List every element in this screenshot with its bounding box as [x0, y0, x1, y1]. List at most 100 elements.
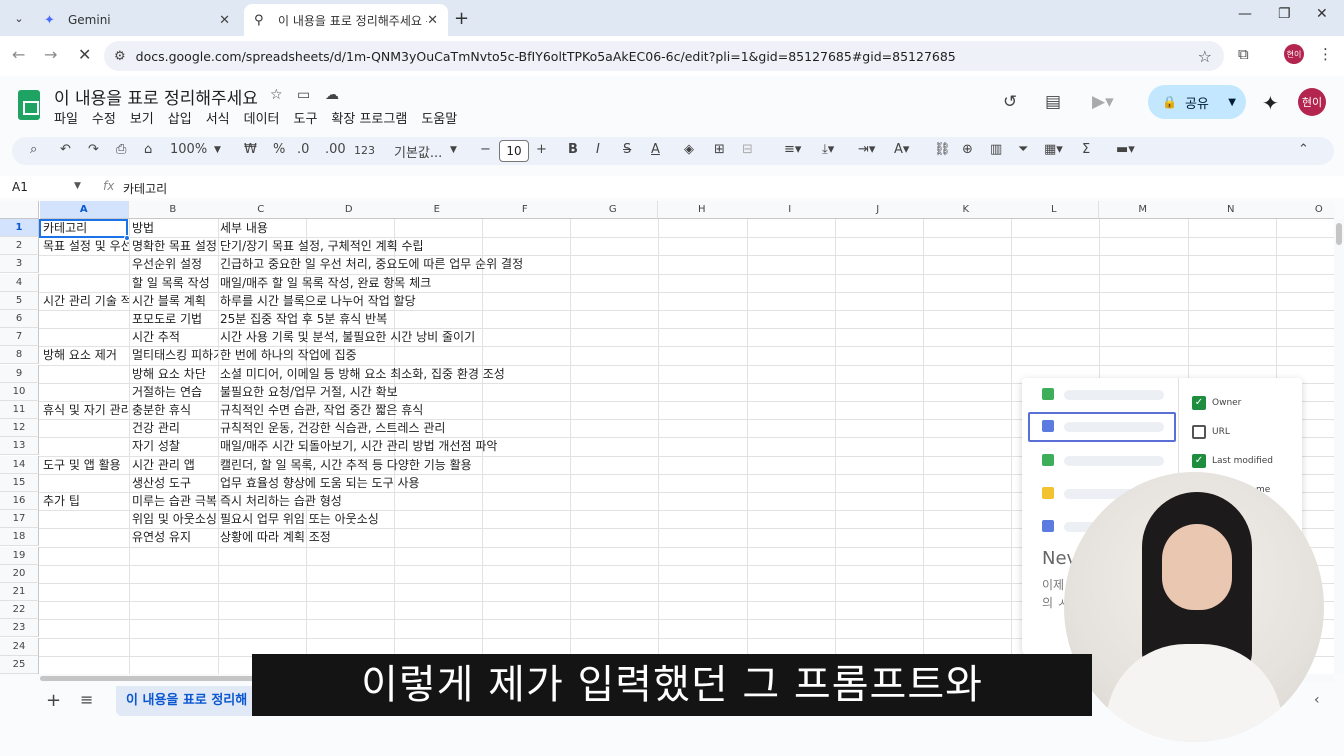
- chevron-down-icon[interactable]: ▼: [1228, 97, 1236, 108]
- row-header[interactable]: 25: [0, 655, 39, 674]
- font-size-decrease-icon[interactable]: −: [480, 142, 491, 157]
- row-header[interactable]: 18: [0, 528, 39, 547]
- minimize-icon[interactable]: —: [1238, 6, 1252, 22]
- profile-avatar[interactable]: 현이: [1284, 44, 1304, 64]
- cell-a11[interactable]: 휴식 및 자기 관리: [40, 401, 129, 419]
- row-header[interactable]: 21: [0, 583, 39, 601]
- cell-b5[interactable]: 시간 블록 계획: [129, 292, 218, 310]
- menu-tools[interactable]: 도구: [294, 108, 318, 127]
- row-header[interactable]: 22: [0, 601, 39, 620]
- cell-c1[interactable]: 세부 내용: [217, 219, 697, 237]
- site-info-icon[interactable]: ⚙: [114, 49, 126, 64]
- cell-b15[interactable]: 생산성 도구: [129, 474, 218, 492]
- row-header[interactable]: 24: [0, 637, 39, 656]
- cell-a14[interactable]: 도구 및 앱 활용: [40, 456, 129, 474]
- text-rotate-icon[interactable]: A▾: [894, 142, 909, 157]
- menu-data[interactable]: 데이터: [244, 108, 280, 127]
- cell-b12[interactable]: 건강 관리: [129, 419, 218, 437]
- row-header[interactable]: 19: [0, 546, 39, 565]
- cell-a8[interactable]: 방해 요소 제거: [40, 346, 129, 364]
- text-wrap-icon[interactable]: ⇥▾: [858, 142, 875, 157]
- menu-file[interactable]: 파일: [54, 108, 78, 127]
- vertical-scrollbar[interactable]: [1334, 219, 1344, 674]
- insert-link-icon[interactable]: ⛓: [934, 142, 951, 157]
- cell-b13[interactable]: 자기 성찰: [129, 437, 218, 455]
- cell-c7[interactable]: 시간 사용 기록 및 분석, 불필요한 시간 낭비 줄이기: [217, 328, 697, 346]
- print-icon[interactable]: ⎙: [116, 142, 126, 157]
- url-checkbox[interactable]: [1192, 425, 1206, 439]
- row-header[interactable]: 7: [0, 328, 39, 347]
- column-header-j[interactable]: J: [834, 201, 923, 219]
- row-header[interactable]: 5: [0, 291, 39, 310]
- row-header[interactable]: 17: [0, 510, 39, 529]
- row-header[interactable]: 15: [0, 473, 39, 492]
- row-header[interactable]: 13: [0, 437, 39, 456]
- cell-a5[interactable]: 시간 관리 기술 적: [40, 292, 129, 310]
- menu-insert[interactable]: 삽입: [168, 108, 192, 127]
- merge-cells-icon[interactable]: ⊟: [742, 142, 753, 157]
- browser-menu-icon[interactable]: ⋮: [1318, 45, 1333, 63]
- fill-handle[interactable]: [124, 235, 130, 241]
- fill-color-icon[interactable]: ◈: [684, 142, 694, 157]
- bold-icon[interactable]: B: [568, 142, 578, 157]
- insert-comment-icon[interactable]: ⊕: [962, 142, 973, 157]
- row-header[interactable]: 10: [0, 382, 39, 401]
- scroll-thumb[interactable]: [40, 676, 270, 681]
- increase-decimal[interactable]: .00: [325, 142, 346, 157]
- history-icon[interactable]: ↺: [1003, 92, 1017, 112]
- back-icon[interactable]: ←: [12, 45, 25, 64]
- close-icon[interactable]: ✕: [427, 13, 438, 28]
- document-title[interactable]: 이 내용을 표로 정리해주세요: [54, 84, 258, 109]
- column-header-n[interactable]: N: [1187, 201, 1276, 219]
- row-header[interactable]: 3: [0, 255, 39, 274]
- forward-icon[interactable]: →: [44, 45, 57, 64]
- cell-b7[interactable]: 시간 추적: [129, 328, 218, 346]
- cell-c15[interactable]: 업무 효율성 향상에 도움 되는 도구 사용: [217, 474, 697, 492]
- row-header[interactable]: 9: [0, 364, 39, 383]
- search-menus-icon[interactable]: ⌕: [30, 142, 37, 157]
- row-header[interactable]: 11: [0, 401, 39, 419]
- cell-b3[interactable]: 우선순위 설정: [129, 255, 218, 273]
- currency-format[interactable]: ₩: [244, 142, 257, 157]
- sheets-logo-icon[interactable]: [18, 90, 40, 120]
- row-header[interactable]: 4: [0, 273, 39, 292]
- column-header-h[interactable]: H: [658, 201, 747, 219]
- row-header[interactable]: 8: [0, 346, 39, 365]
- sheet-tab[interactable]: 이 내용을 표로 정리해: [116, 686, 256, 716]
- file-row[interactable]: [1042, 388, 1164, 402]
- star-icon[interactable]: ☆: [270, 87, 283, 103]
- font-select[interactable]: 기본값...: [394, 142, 442, 161]
- cell-b14[interactable]: 시간 관리 앱: [129, 456, 218, 474]
- column-header-f[interactable]: F: [481, 201, 570, 219]
- browser-tab-sheets[interactable]: ⚲ 이 내용을 표로 정리해주세요 - ✕: [244, 4, 448, 36]
- comments-icon[interactable]: ▤: [1045, 92, 1061, 112]
- move-folder-icon[interactable]: ▭: [297, 87, 310, 103]
- filter-icon[interactable]: ⏷: [1018, 142, 1028, 157]
- cell-c5[interactable]: 하루를 시간 블록으로 나누어 작업 할당: [217, 292, 697, 310]
- cell-b8[interactable]: 멀티태스킹 피하기: [129, 346, 218, 364]
- all-sheets-icon[interactable]: ≡: [80, 690, 93, 709]
- file-row[interactable]: [1042, 420, 1164, 434]
- input-tools-icon[interactable]: ▬▾: [1116, 142, 1135, 157]
- collapse-toolbar-icon[interactable]: ⌃: [1298, 142, 1309, 157]
- menu-extensions[interactable]: 확장 프로그램: [331, 108, 407, 127]
- column-header-m[interactable]: M: [1099, 201, 1188, 219]
- cell-b18[interactable]: 유연성 유지: [129, 528, 218, 546]
- chevron-down-icon[interactable]: ▼: [450, 145, 457, 155]
- decrease-decimal[interactable]: .0: [297, 142, 309, 157]
- row-header[interactable]: 1: [0, 219, 39, 237]
- scroll-thumb[interactable]: [1336, 223, 1342, 245]
- filter-views-icon[interactable]: ▦▾: [1044, 142, 1063, 157]
- insert-chart-icon[interactable]: ▥: [990, 142, 1002, 157]
- column-header-e[interactable]: E: [393, 201, 482, 219]
- cell-c6[interactable]: 25분 집중 작업 후 5분 휴식 반복: [217, 310, 697, 328]
- chevron-down-icon[interactable]: ▼: [214, 145, 221, 155]
- font-size-input[interactable]: 10: [499, 140, 529, 162]
- column-header-k[interactable]: K: [922, 201, 1011, 219]
- row-header[interactable]: 6: [0, 310, 39, 328]
- chevron-down-icon[interactable]: ▼: [74, 181, 81, 191]
- borders-icon[interactable]: ⊞: [714, 142, 725, 157]
- new-tab-icon[interactable]: +: [454, 8, 469, 29]
- owner-checkbox[interactable]: ✓: [1192, 396, 1206, 410]
- cloud-status-icon[interactable]: ☁: [325, 87, 339, 103]
